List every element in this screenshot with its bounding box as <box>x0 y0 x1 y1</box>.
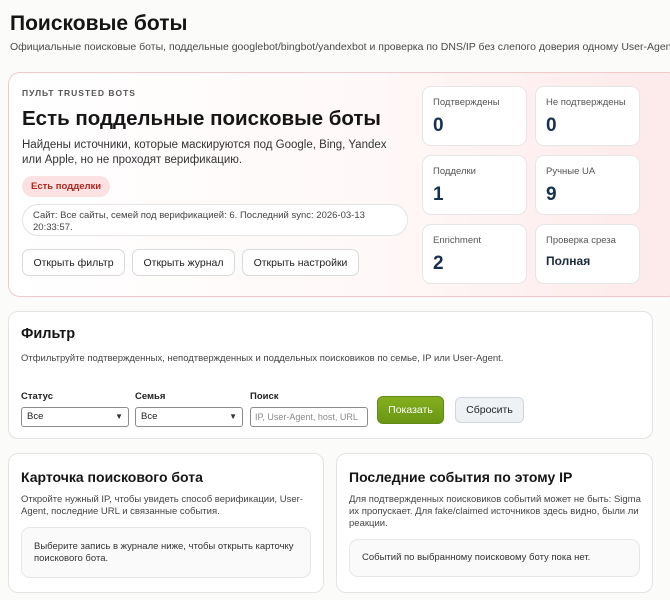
chevron-down-icon: ▼ <box>229 412 237 421</box>
stat-label: Подтверждены <box>433 97 500 108</box>
search-input[interactable] <box>250 407 368 427</box>
status-label: Статус <box>21 391 54 402</box>
bot-card: Карточка поискового бота Откройте нужный… <box>8 453 324 593</box>
status-select[interactable]: Все ▼ <box>21 407 129 427</box>
trusted-bots-panel: ПУЛЬТ TRUSTED BOTS Есть поддельные поиск… <box>8 72 670 297</box>
stat-label: Не подтверждены <box>546 97 626 108</box>
stat-value: 1 <box>433 184 444 205</box>
stat-confirmed: Подтверждены 0 <box>422 86 527 146</box>
filter-description: Отфильтруйте подтвержденных, неподтвержд… <box>21 353 504 364</box>
sync-info: Сайт: Все сайты, семей под верификацией:… <box>22 204 408 236</box>
stat-label: Подделки <box>433 166 476 177</box>
panel-description: Найдены источники, которые маскируются п… <box>22 139 387 166</box>
stat-manual-ua: Ручные UA 9 <box>535 155 640 215</box>
stat-label: Ручные UA <box>546 166 596 177</box>
open-journal-button[interactable]: Открыть журнал <box>132 249 235 276</box>
events-card-empty-state: Событий по выбранному поисковому боту по… <box>349 539 640 577</box>
reset-filter-button[interactable]: Сбросить <box>455 397 524 423</box>
page-title: Поисковые боты <box>10 12 188 35</box>
bot-card-title: Карточка поискового бота <box>21 469 203 485</box>
open-settings-button[interactable]: Открыть настройки <box>242 249 359 276</box>
status-select-value: Все <box>27 411 44 422</box>
page-subtitle: Официальные поисковые боты, поддельные g… <box>10 41 670 53</box>
fakes-status-badge: Есть подделки <box>22 176 111 197</box>
stat-fakes: Подделки 1 <box>422 155 527 215</box>
stat-value: 9 <box>546 184 557 205</box>
events-card: Последние события по этому IP Для подтве… <box>336 453 653 593</box>
events-card-title: Последние события по этому IP <box>349 469 573 485</box>
stat-slice-check: Проверка среза Полная <box>535 224 640 284</box>
bot-card-empty-state: Выберите запись в журнале ниже, чтобы от… <box>21 527 311 578</box>
events-card-description: Для подтвержденных поисковиков событий м… <box>349 494 641 529</box>
stat-value: 2 <box>433 253 444 274</box>
filter-card: Фильтр Отфильтруйте подтвержденных, непо… <box>8 311 653 439</box>
search-label: Поиск <box>250 391 279 402</box>
apply-filter-button[interactable]: Показать <box>377 396 444 424</box>
bot-card-description: Откройте нужный IP, чтобы увидеть способ… <box>21 494 303 517</box>
stat-value: 0 <box>433 115 444 136</box>
stat-value: 0 <box>546 115 557 136</box>
stat-label: Проверка среза <box>546 235 616 246</box>
stat-unconfirmed: Не подтверждены 0 <box>535 86 640 146</box>
open-filter-button[interactable]: Открыть фильтр <box>22 249 125 276</box>
filter-title: Фильтр <box>21 326 76 342</box>
stat-enrichment: Enrichment 2 <box>422 224 527 284</box>
family-select-value: Все <box>141 411 158 422</box>
panel-eyebrow: ПУЛЬТ TRUSTED BOTS <box>22 88 136 98</box>
family-select[interactable]: Все ▼ <box>135 407 243 427</box>
panel-title: Есть поддельные поисковые боты <box>22 107 381 130</box>
stat-label: Enrichment <box>433 235 482 246</box>
stat-value: Полная <box>546 254 591 268</box>
family-label: Семья <box>135 391 166 402</box>
chevron-down-icon: ▼ <box>115 412 123 421</box>
